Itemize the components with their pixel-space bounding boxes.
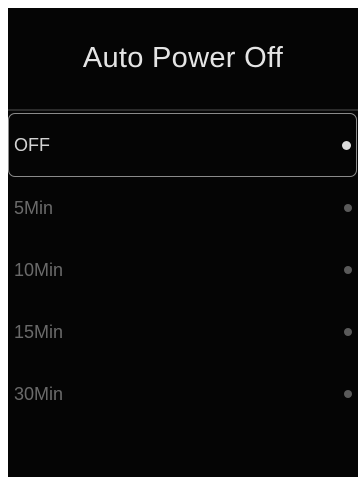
radio-dot-icon: [344, 204, 352, 212]
auto-power-off-option-list: OFF 5Min 10Min 15Min 30Min: [8, 113, 358, 425]
radio-dot-icon: [344, 266, 352, 274]
option-label: 30Min: [14, 383, 64, 404]
option-5min[interactable]: 5Min: [8, 177, 358, 239]
page-title: Auto Power Off: [82, 41, 284, 74]
radio-dot-icon: [344, 328, 352, 336]
title-divider: [8, 109, 358, 111]
option-label: 5Min: [14, 197, 54, 218]
option-label: OFF: [14, 134, 50, 155]
device-screen: Auto Power Off OFF 5Min 10Min 15Min 30Mi…: [8, 8, 358, 477]
title-bar: Auto Power Off: [8, 8, 358, 104]
option-30min[interactable]: 30Min: [8, 363, 358, 425]
option-label: 10Min: [14, 259, 64, 280]
option-15min[interactable]: 15Min: [8, 301, 358, 363]
option-10min[interactable]: 10Min: [8, 239, 358, 301]
radio-dot-filled-icon: [342, 140, 351, 150]
option-off[interactable]: OFF: [8, 113, 357, 177]
option-label: 15Min: [14, 321, 64, 342]
radio-dot-icon: [344, 390, 352, 398]
